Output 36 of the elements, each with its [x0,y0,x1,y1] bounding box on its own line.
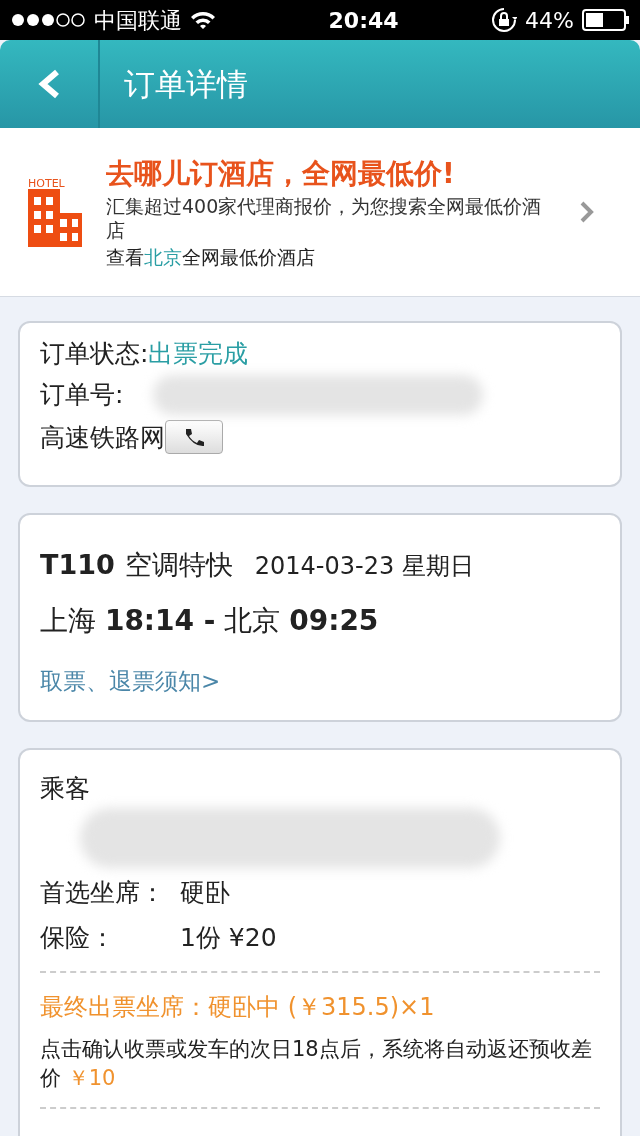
logo-label: HOTEL [28,177,66,189]
field-label: 保险： [40,922,116,954]
link-text: 全网最低价酒店 [182,245,315,268]
page-title: 订单详情 [123,64,248,104]
status-time: 20:44 [327,6,400,35]
ad-headline: 去哪儿订酒店，全网最低价! [106,156,456,192]
notice-link[interactable]: 取票、退票须知> [40,663,221,698]
source-name: 高速铁路网 [40,421,165,454]
phone-button[interactable] [165,420,223,455]
field-value: 硬卧 [180,876,230,909]
hotel-ad-banner[interactable]: HOTEL 去哪儿订酒店，全网最低价! 汇集超过400家代理商报价，为您搜索全网最低价酒店 查看北京全网最低价酒店 [0,128,640,297]
field-label: 首选坐席： [40,876,166,909]
final-seat: 最终出票坐席：硬卧中 (￥315.5)×1 [40,988,600,1025]
field-label: 订单状态: [40,338,149,370]
field-label: 订单号: [40,378,124,411]
rotation-lock-icon [491,7,518,33]
back-icon[interactable] [37,69,61,99]
travel-date: 2014-03-23 星期日 [254,551,474,582]
refund-note: 点击确认收票或发车的次日18点后，系统将自动返还预收差价 ￥10 [40,1035,593,1092]
link-text: 查看 [106,245,144,268]
phone-icon [183,427,205,448]
signal-icon [10,12,86,28]
train-number: T110 [40,548,115,582]
order-status: 出票完成 [148,338,249,370]
field-value: 1份 ¥20 [180,922,277,954]
battery-percent: 44% [525,6,574,35]
train-type: 空调特快 [124,548,233,582]
chevron-right-icon [580,201,594,223]
carrier-name: 中国联通 [94,6,182,35]
hotel-building-icon [28,188,82,247]
field-label: 乘客 [40,773,91,805]
train-route: 上海 18:14 - 北京 09:25 [40,602,380,639]
battery-icon [582,9,630,31]
ad-description: 汇集超过400家代理商报价，为您搜索全网最低价酒店 [106,195,543,243]
city-link[interactable]: 北京 [144,245,182,268]
wifi-icon [190,10,216,30]
